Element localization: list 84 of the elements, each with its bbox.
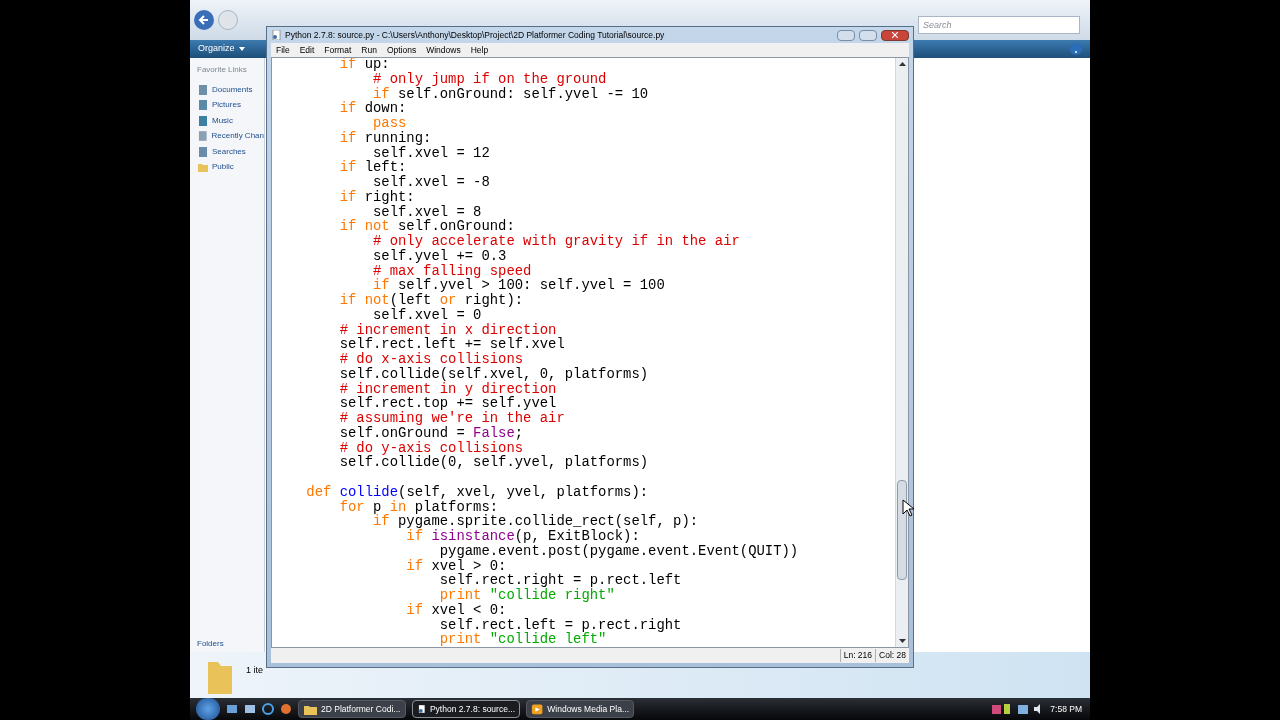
code-line: if down:	[338, 101, 407, 116]
scrollbar[interactable]	[895, 58, 908, 647]
code-line: self.onGround = False;	[338, 425, 524, 441]
sidebar-item[interactable]: Music	[197, 113, 264, 129]
show-desktop-icon[interactable]	[226, 703, 238, 715]
sidebar-header: Favorite Links	[197, 64, 248, 76]
line-indicator: Ln: 216	[839, 649, 876, 662]
code-line: # do y-axis collisions	[338, 440, 524, 456]
code-line: # only jump if on the ground	[373, 71, 607, 87]
code-line: self.xvel = 8	[373, 204, 482, 220]
code-line: self.xvel = 0	[372, 307, 482, 323]
menu-item[interactable]: Help	[470, 43, 489, 57]
code-line: # assuming we're in the air	[338, 411, 565, 426]
window-title: Python 2.7.8: source.py - C:\Users\Anthony\Desktop\Project\2D Platformer Coding Tutorial\source.py	[285, 28, 665, 42]
folders-toggle[interactable]: Folders	[197, 638, 264, 650]
code-line: if not(left or right):	[338, 293, 524, 308]
code-line: if self.onGround: self.yvel -= 10	[373, 86, 649, 102]
code-line: def collide(self, xvel, yvel, platforms):	[305, 484, 649, 500]
code-line: if pygame.sprite.collide_rect(self, p):	[372, 514, 699, 529]
code-line: if not self.onGround:	[338, 219, 515, 234]
close-button[interactable]	[881, 29, 909, 41]
sidebar-item[interactable]: Searches	[197, 144, 264, 160]
window-switch-icon[interactable]	[244, 703, 256, 715]
caret-icon	[238, 47, 245, 51]
organize-button[interactable]: Organize	[198, 42, 245, 56]
item-count: 1 ite	[246, 664, 263, 677]
document-icon	[417, 702, 426, 716]
code-line: pygame.event.post(pygame.event.Event(QUIT))	[438, 543, 799, 559]
taskbar-button[interactable]: Python 2.7.8: source...	[412, 700, 520, 718]
back-button[interactable]	[194, 10, 214, 30]
column-indicator: Col: 28	[875, 649, 909, 662]
code-line: self.xvel = -8	[372, 175, 490, 190]
menu-item[interactable]: Format	[324, 43, 352, 57]
document-icon	[197, 145, 209, 158]
menu-item[interactable]: File	[276, 43, 290, 57]
sidebar-item[interactable]: Public	[197, 159, 264, 175]
folder-icon	[197, 161, 209, 174]
menu-item[interactable]: Edit	[299, 43, 315, 57]
scroll-thumb[interactable]	[897, 480, 907, 580]
document-icon	[197, 114, 209, 127]
code-line: if running:	[338, 130, 432, 146]
code-line: self.rect.left = p.rect.right	[438, 617, 682, 633]
play-icon	[531, 702, 544, 716]
code-line: if xvel > 0:	[405, 558, 507, 574]
code-line: if self.yvel > 100: self.yvel = 100	[372, 278, 665, 293]
code-line: print "collide left"	[438, 632, 607, 647]
code-line: # increment in y direction	[338, 381, 557, 397]
code-line: if right:	[338, 189, 415, 205]
code-line: self.rect.top += self.yvel	[338, 396, 557, 411]
document-icon	[197, 99, 209, 112]
menu-item[interactable]: Options	[386, 43, 417, 57]
document-icon	[271, 30, 281, 40]
code-line: self.collide(self.xvel, 0, platforms)	[338, 366, 649, 382]
code-line: # only accelerate with gravity if in the air	[372, 234, 740, 249]
code-line: self.rect.left += self.xvel	[338, 337, 565, 352]
sidebar-item[interactable]: Pictures	[197, 97, 264, 113]
code-line: pass	[372, 116, 407, 131]
sidebar-item[interactable]: Recently Chan	[197, 128, 264, 144]
code-line: if up:	[338, 58, 390, 72]
start-button[interactable]	[196, 698, 220, 720]
code-line: self.rect.right = p.rect.left	[438, 573, 682, 588]
code-line: print "collide right"	[438, 588, 615, 603]
code-line: self.yvel += 0.3	[372, 248, 507, 264]
sidebar-item[interactable]: Documents	[197, 82, 264, 98]
document-icon	[197, 83, 209, 96]
code-line: if isinstance(p, ExitBlock):	[406, 529, 640, 544]
code-line: self.collide(0, self.yvel, platforms)	[338, 455, 649, 470]
code-line: # max falling speed	[372, 263, 532, 279]
close-icon	[892, 32, 898, 38]
back-arrow-icon	[198, 14, 210, 26]
code-line: # do x-axis collisions	[338, 352, 524, 367]
taskbar-button[interactable]: 2D Platformer Codi...	[298, 700, 406, 718]
document-icon	[197, 130, 209, 143]
code-line: for p in platforms:	[338, 499, 499, 515]
code-line: if left:	[338, 160, 407, 175]
search-field[interactable]: Search	[918, 16, 1080, 34]
code-line: if xvel < 0:	[405, 602, 507, 618]
taskbar-button[interactable]: Windows Media Pla...	[526, 700, 634, 718]
menu-item[interactable]: Windows	[426, 43, 461, 57]
code-line: # increment in x direction	[338, 322, 557, 338]
help-icon[interactable]	[1070, 43, 1082, 55]
code-line: self.xvel = 12	[373, 145, 490, 161]
menu-item[interactable]: Run	[361, 43, 377, 57]
clock: 7:58 PM	[1050, 702, 1082, 716]
